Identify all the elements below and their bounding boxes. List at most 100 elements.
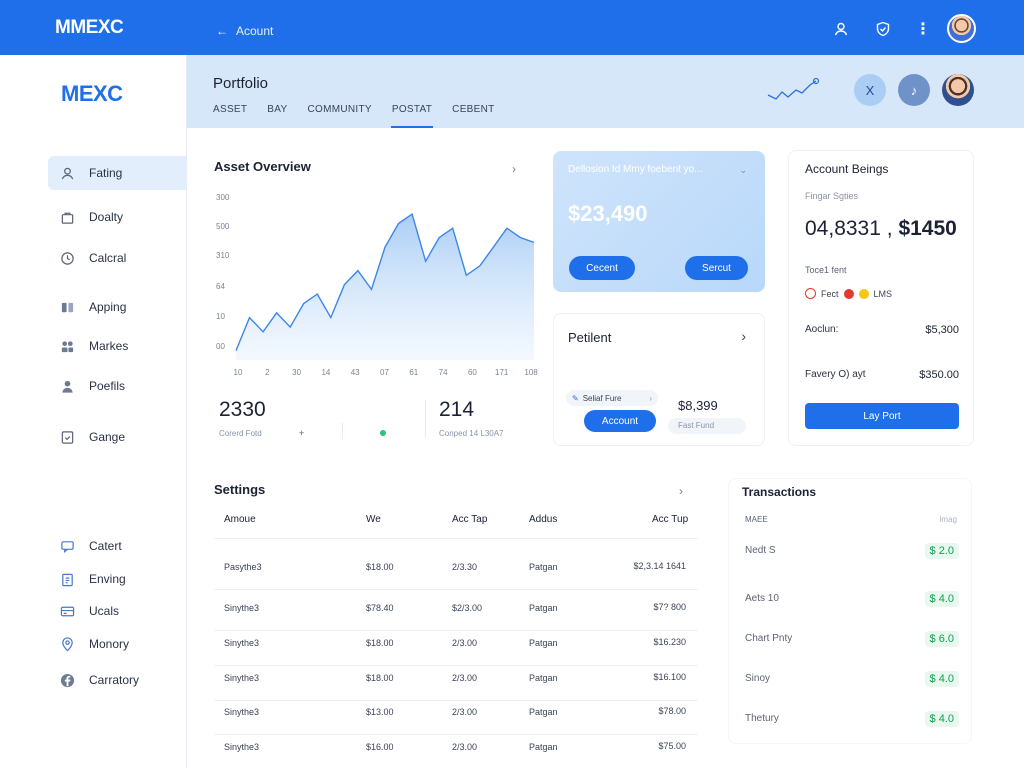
table-cell: $18.00	[366, 673, 394, 683]
table-cell: 2/3.00	[452, 707, 478, 717]
account-subtitle: Fingar Sgties	[805, 191, 859, 201]
sidebar-item-doalty[interactable]: Doalty	[48, 200, 187, 234]
x-tick-label: 07	[380, 368, 389, 377]
chevron-right-icon[interactable]: ›	[679, 484, 683, 498]
stat-value-2: 214	[439, 398, 475, 421]
sidebar-item-gange[interactable]: Gange	[48, 420, 187, 454]
select-label: Seliaf Fure	[582, 393, 622, 403]
sidebar-item-markes[interactable]: Markes	[48, 329, 187, 363]
x-tick-label: 108	[524, 368, 538, 377]
divider	[425, 400, 426, 438]
music-button[interactable]: ♪	[898, 74, 930, 106]
tab-cebent[interactable]: CEBENT	[452, 104, 494, 128]
value-label: Fast Fund	[668, 418, 746, 434]
user-icon[interactable]	[831, 19, 851, 39]
table-cell: Sinythe3	[224, 603, 260, 613]
account-row-value: $350.00	[919, 369, 959, 381]
transaction-name[interactable]: Nedt S	[745, 545, 776, 556]
column-header: MAEE	[745, 515, 768, 524]
transactions-card: Transactions MAEE Imag Nedt S $ 2.0 Aets 1…	[728, 478, 972, 744]
transaction-name[interactable]: Thetury	[745, 713, 779, 724]
x-tick-label: 43	[351, 368, 360, 377]
table-cell: Patgan	[529, 638, 558, 648]
sidebar-item-enving[interactable]: Enving	[48, 562, 187, 596]
column-header[interactable]: Acc Tup	[652, 514, 688, 525]
table-cell: Pasythe3	[224, 562, 262, 572]
column-header[interactable]: Acc Tap	[452, 514, 487, 525]
table-cell: Patgan	[529, 707, 558, 717]
chevron-down-icon[interactable]: ⌄	[739, 165, 747, 176]
person-icon	[60, 379, 75, 394]
table-cell: $18.00	[366, 638, 394, 648]
table-cell: $7? 800	[653, 602, 686, 612]
sidebar-item-label: Enving	[89, 572, 126, 586]
y-tick-label: 500	[216, 222, 230, 231]
book-icon	[60, 300, 75, 315]
card-icon	[60, 604, 75, 619]
x-tick-label: 30	[292, 368, 301, 377]
sidebar-item-apping[interactable]: Apping	[48, 290, 187, 324]
x-tick-label: 14	[321, 368, 330, 377]
transaction-amount: $ 4.0	[924, 711, 959, 727]
chevron-right-icon[interactable]: ›	[741, 328, 746, 344]
sidebar-item-calcral[interactable]: Calcral	[48, 241, 187, 275]
sidebar-item-carratory[interactable]: Carratory	[48, 663, 187, 697]
top-logo[interactable]: MMEXC	[55, 17, 124, 39]
x-tick-label: 10	[234, 368, 243, 377]
sidebar-item-monory[interactable]: Monory	[48, 627, 187, 661]
table-cell: 2/3.30	[452, 562, 478, 572]
chevron-right-icon[interactable]: ›	[512, 162, 516, 176]
asset-overview-title: Asset Overview	[214, 159, 311, 174]
sidebar-item-poefils[interactable]: Poefils	[48, 369, 187, 403]
column-header[interactable]: Addus	[529, 514, 557, 525]
legend-label-b: LMS	[873, 288, 893, 299]
account-balance-right: $1450	[898, 217, 957, 240]
table-cell: 2/3.00	[452, 638, 478, 648]
yellow-dot-icon	[858, 288, 869, 299]
user-icon	[60, 166, 75, 181]
close-button[interactable]: X	[854, 74, 886, 106]
sidebar-item-label: Markes	[89, 339, 129, 353]
pin-icon	[60, 636, 75, 652]
back-link[interactable]: ← Acount	[216, 24, 273, 38]
sidebar-item-label: Gange	[89, 430, 126, 444]
tab-asset[interactable]: ASSET	[213, 104, 247, 128]
tab-postat[interactable]: POSTAT	[390, 104, 434, 128]
x-tick-label: 60	[468, 368, 477, 377]
header-avatar[interactable]	[942, 74, 974, 106]
account-button[interactable]: Account	[584, 410, 656, 432]
pay-port-button[interactable]: Lay Port	[805, 403, 959, 429]
account-balance-left: 04,8331 ,	[805, 217, 893, 240]
transaction-name[interactable]: Aets 10	[745, 593, 779, 604]
sidebar-item-ucals[interactable]: Ucals	[48, 594, 187, 628]
tab-bay[interactable]: BAY	[267, 104, 287, 128]
transaction-amount: $ 4.0	[924, 591, 959, 607]
petitent-title: Petilent	[568, 330, 612, 345]
x-tick-label: 171	[495, 368, 509, 377]
select-field[interactable]: ✎ Seliaf Fure ›	[566, 390, 658, 406]
sidebar-logo[interactable]: MEXC	[61, 81, 123, 107]
tab-community[interactable]: COMMUNITY	[307, 104, 371, 128]
account-row-label: Favery O) ayt	[805, 369, 866, 380]
more-icon[interactable]: ⋮	[915, 19, 931, 39]
top-bar: MMEXC ← Acount ⋮	[0, 0, 1024, 55]
table-row-divider	[214, 734, 698, 735]
total-label: Toce1 fent	[805, 265, 847, 275]
y-tick-label: 00	[216, 342, 225, 351]
transaction-name[interactable]: Sinoy	[745, 673, 770, 684]
account-card: Account Beings Fingar Sgties 04,8331 , $…	[788, 150, 974, 446]
sidebar-item-label: Fating	[89, 166, 123, 180]
back-arrow-icon: ←	[216, 24, 228, 38]
send-button[interactable]: Sercut	[685, 256, 748, 280]
deposit-button[interactable]: Cecent	[569, 256, 635, 280]
page-title: Portfolio	[213, 75, 269, 92]
shield-icon[interactable]	[873, 19, 893, 39]
sidebar-item-fating[interactable]: Fating	[48, 156, 187, 190]
sidebar-item-catert[interactable]: Catert	[48, 529, 187, 563]
avatar[interactable]	[947, 14, 976, 43]
transaction-name[interactable]: Chart Pnty	[745, 633, 792, 644]
bag-icon	[60, 210, 75, 225]
column-header[interactable]: Amoue	[224, 514, 256, 525]
column-header[interactable]: We	[366, 514, 381, 525]
x-tick-label: 61	[409, 368, 418, 377]
